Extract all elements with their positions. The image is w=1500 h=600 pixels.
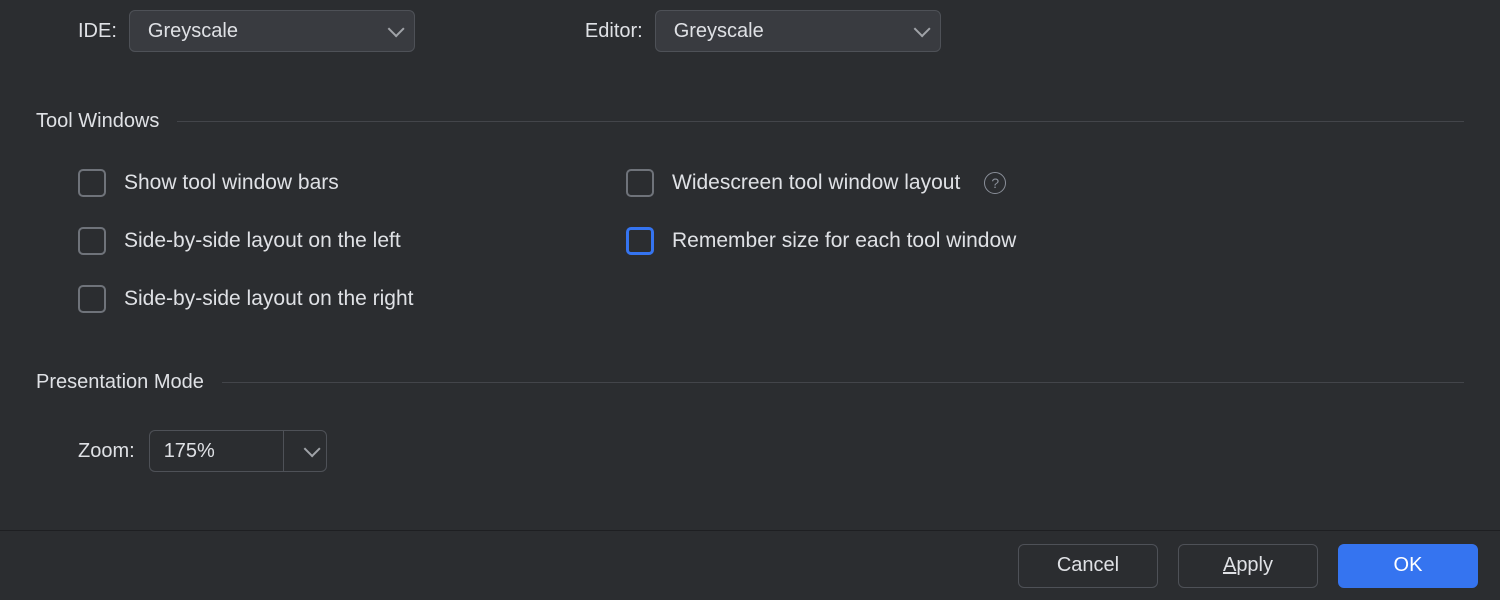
zoom-value[interactable]: 175% [149, 430, 283, 472]
editor-value: Greyscale [674, 20, 764, 43]
checkbox-icon [78, 227, 106, 255]
help-icon[interactable]: ? [984, 172, 1006, 194]
apply-button[interactable]: Apply [1178, 544, 1318, 588]
cancel-button[interactable]: Cancel [1018, 544, 1158, 588]
ide-label: IDE: [78, 20, 117, 43]
apply-rest: pply [1236, 554, 1273, 576]
section-divider [177, 121, 1464, 122]
zoom-dropdown-button[interactable] [283, 430, 327, 472]
side-by-side-right-checkbox[interactable]: Side-by-side layout on the right [78, 285, 626, 313]
ide-dropdown[interactable]: Greyscale [129, 10, 415, 52]
checkbox-icon [78, 285, 106, 313]
show-tool-window-bars-checkbox[interactable]: Show tool window bars [78, 169, 626, 197]
checkbox-icon [626, 169, 654, 197]
checkbox-label: Remember size for each tool window [672, 229, 1016, 253]
checkbox-label: Side-by-side layout on the left [124, 229, 401, 253]
checkbox-label: Side-by-side layout on the right [124, 287, 414, 311]
chevron-down-icon [388, 20, 405, 37]
tool-windows-title: Tool Windows [36, 110, 159, 133]
dialog-footer: Cancel Apply OK [0, 530, 1500, 600]
section-divider [222, 382, 1464, 383]
zoom-combo[interactable]: 175% [149, 430, 327, 472]
ide-value: Greyscale [148, 20, 238, 43]
apply-mnemonic: A [1223, 554, 1236, 576]
ok-button[interactable]: OK [1338, 544, 1478, 588]
checkbox-label: Widescreen tool window layout [672, 171, 960, 195]
checkbox-label: Show tool window bars [124, 171, 339, 195]
remember-size-checkbox[interactable]: Remember size for each tool window [626, 227, 1464, 255]
chevron-down-icon [913, 20, 930, 37]
side-by-side-left-checkbox[interactable]: Side-by-side layout on the left [78, 227, 626, 255]
editor-label: Editor: [585, 20, 643, 43]
checkbox-icon [78, 169, 106, 197]
widescreen-layout-checkbox[interactable]: Widescreen tool window layout ? [626, 169, 1464, 197]
chevron-down-icon [303, 440, 320, 457]
zoom-label: Zoom: [78, 440, 135, 463]
editor-dropdown[interactable]: Greyscale [655, 10, 941, 52]
checkbox-icon [626, 227, 654, 255]
presentation-mode-title: Presentation Mode [36, 371, 204, 394]
